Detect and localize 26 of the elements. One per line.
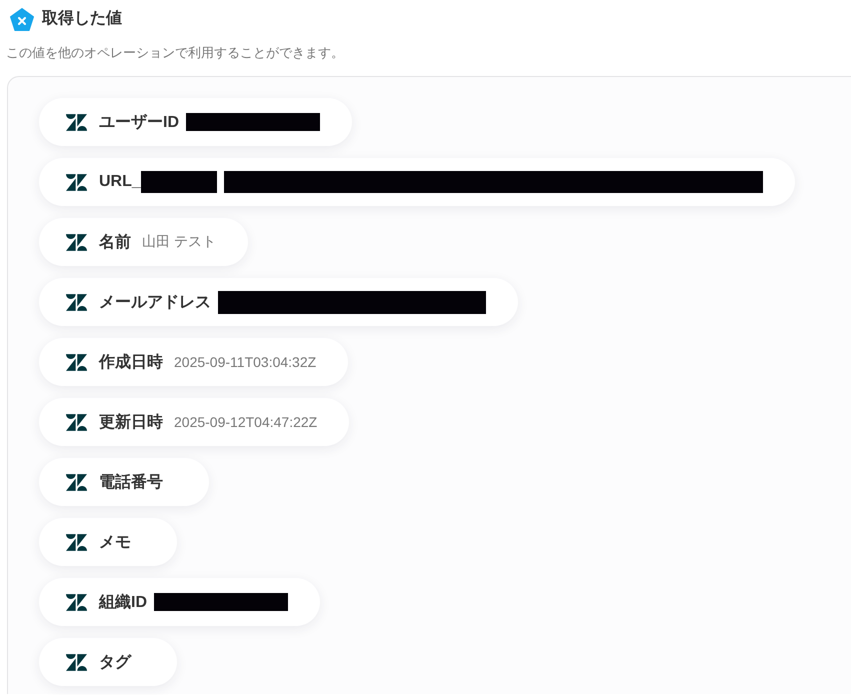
value-chip[interactable]: 作成日時 2025-09-11T03:04:32Z bbox=[39, 338, 348, 386]
z-logo-icon bbox=[66, 114, 87, 130]
value-chip[interactable]: タグ bbox=[39, 638, 177, 686]
field-value: 2025-09-12T04:47:22Z bbox=[174, 414, 318, 430]
z-logo-icon bbox=[66, 294, 87, 310]
value-chip[interactable]: 電話番号 bbox=[39, 458, 209, 506]
value-chip[interactable]: ユーザーID bbox=[39, 98, 352, 146]
value-chip[interactable]: 組織ID bbox=[39, 578, 320, 626]
z-logo-icon bbox=[66, 534, 87, 550]
value-chip[interactable]: メモ bbox=[39, 518, 177, 566]
value-chip[interactable]: 名前 山田 テスト bbox=[39, 218, 248, 266]
section-description: この値を他のオペレーションで利用することができます。 bbox=[6, 44, 345, 62]
section-title: 取得した値 bbox=[42, 8, 122, 29]
z-logo-icon bbox=[66, 234, 87, 250]
z-logo-icon bbox=[66, 414, 87, 430]
z-logo-icon bbox=[66, 474, 87, 490]
value-chip[interactable]: 更新日時 2025-09-12T04:47:22Z bbox=[39, 398, 350, 446]
value-chip[interactable]: メールアドレス bbox=[39, 278, 518, 326]
z-logo-icon bbox=[66, 174, 87, 190]
z-logo-icon bbox=[66, 354, 87, 370]
field-value: 山田 テスト bbox=[142, 233, 216, 251]
field-value: 2025-09-11T03:04:32Z bbox=[174, 354, 316, 370]
z-logo-icon bbox=[66, 654, 87, 670]
value-chip[interactable]: URL_ bbox=[39, 158, 795, 206]
z-logo-icon bbox=[66, 594, 87, 610]
x-pentagon-icon bbox=[10, 8, 34, 30]
